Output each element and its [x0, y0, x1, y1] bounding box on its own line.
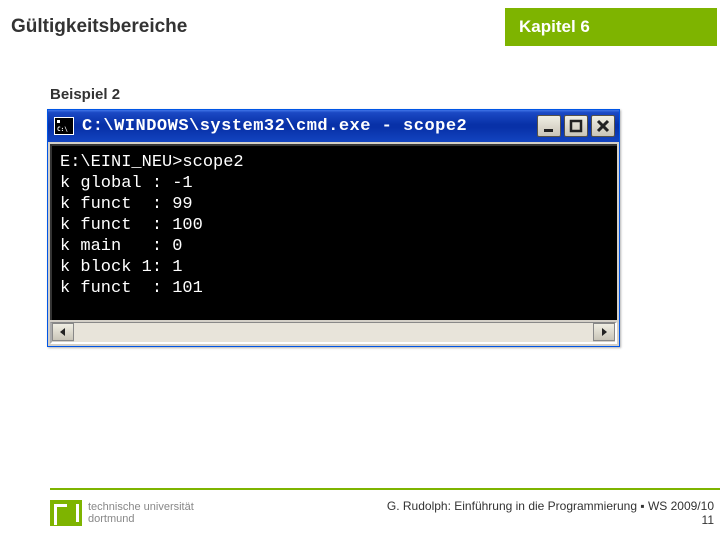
- header-chapter: Kapitel 6: [505, 8, 717, 46]
- example-label: Beispiel 2: [50, 86, 120, 103]
- window-controls: [537, 115, 615, 137]
- footer-divider: [50, 488, 720, 490]
- horizontal-scrollbar[interactable]: [50, 322, 617, 344]
- maximize-button[interactable]: [564, 115, 588, 137]
- minimize-button[interactable]: [537, 115, 561, 137]
- credit-text: G. Rudolph: Einführung in die Programmie…: [387, 499, 714, 513]
- header-topic: Gültigkeitsbereiche: [3, 8, 505, 46]
- cmd-line: k main : 0: [60, 237, 182, 256]
- cmd-line: k funct : 99: [60, 195, 193, 214]
- cmd-output: E:\EINI_NEU>scope2 k global : -1 k funct…: [50, 144, 617, 320]
- university-name: technische universität dortmund: [88, 501, 194, 525]
- close-button[interactable]: [591, 115, 615, 137]
- header-bar: Gültigkeitsbereiche Kapitel 6: [3, 8, 717, 46]
- page-number: 11: [387, 513, 714, 527]
- cmd-line: E:\EINI_NEU>scope2: [60, 153, 244, 172]
- scroll-track[interactable]: [74, 323, 593, 342]
- cmd-line: k funct : 100: [60, 216, 203, 235]
- slide-credit: G. Rudolph: Einführung in die Programmie…: [387, 499, 714, 527]
- scroll-left-button[interactable]: [52, 323, 74, 341]
- slide: Gültigkeitsbereiche Kapitel 6 Beispiel 2…: [0, 0, 720, 540]
- footer: technische universität dortmund G. Rudol…: [50, 492, 714, 534]
- university-logo: technische universität dortmund: [50, 500, 194, 526]
- scroll-right-button[interactable]: [593, 323, 615, 341]
- cmd-window: C:\ C:\WINDOWS\system32\cmd.exe - scope2…: [47, 109, 620, 347]
- tu-logo-icon: [50, 500, 82, 526]
- cmd-line: k global : -1: [60, 174, 193, 193]
- cmd-window-title: C:\WINDOWS\system32\cmd.exe - scope2: [82, 117, 537, 136]
- cmd-line: k block 1: 1: [60, 258, 182, 277]
- cmd-icon: C:\: [54, 117, 74, 135]
- cmd-titlebar[interactable]: C:\ C:\WINDOWS\system32\cmd.exe - scope2: [48, 110, 619, 142]
- cmd-line: k funct : 101: [60, 279, 203, 298]
